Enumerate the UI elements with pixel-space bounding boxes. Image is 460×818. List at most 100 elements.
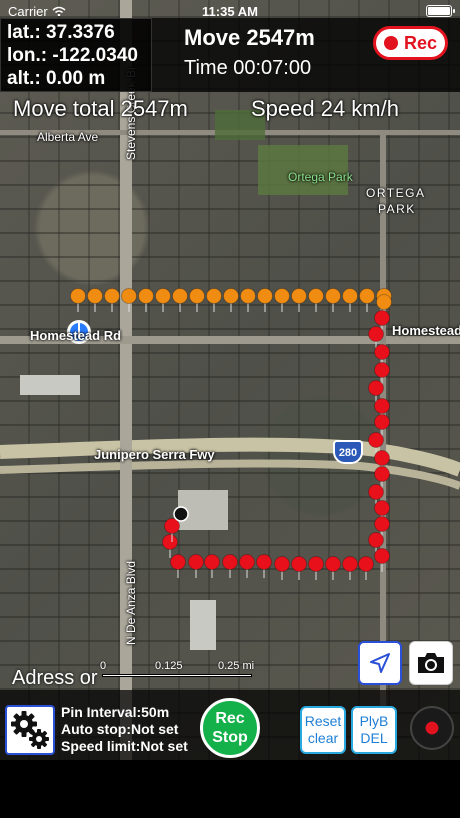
record-disc-icon[interactable]: [410, 706, 454, 750]
settings-button[interactable]: [5, 705, 55, 755]
track-pin: [325, 556, 341, 572]
track-pin: [223, 288, 239, 304]
track-pin: [206, 288, 222, 304]
rec-stop-button[interactable]: Rec Stop: [200, 698, 260, 758]
track-pin: [240, 288, 256, 304]
track-pin: [374, 398, 390, 414]
track-pin: [239, 554, 255, 570]
track-pin: [121, 288, 137, 304]
track-pin: [358, 556, 374, 572]
scale-end: 0.25 mi: [218, 660, 255, 672]
map-scale: 0 0.125 0.25 mi: [100, 660, 260, 680]
plyb-label-2: DEL: [360, 730, 388, 746]
track-pin: [374, 548, 390, 564]
orange-pin-track: [70, 288, 392, 318]
move-total: Move total 2547m: [13, 96, 188, 121]
track-pin: [376, 294, 392, 310]
settings-summary: Pin Interval:50m Auto stop:Not set Speed…: [61, 704, 188, 755]
speed-limit-text: Speed limit:Not set: [61, 738, 188, 754]
battery-icon: [426, 5, 455, 17]
reset-label-2: clear: [307, 730, 339, 746]
street-label-homestead-east: Homestead: [392, 323, 460, 338]
track-pin: [104, 288, 120, 304]
track-pin: [70, 288, 86, 304]
area-label-park: PARK: [378, 202, 416, 216]
camera-icon: [418, 653, 444, 673]
rec-indicator-button[interactable]: Rec: [373, 26, 448, 60]
track-pin: [172, 288, 188, 304]
track-pin: [374, 450, 390, 466]
track-pin: [162, 534, 178, 550]
track-pin: [368, 326, 384, 342]
street-label-junipero: Junipero Serra Fwy: [94, 447, 215, 462]
track-pin: [368, 380, 384, 396]
track-pin: [308, 556, 324, 572]
track-pin: [308, 288, 324, 304]
area-label-ortega: ORTEGA: [366, 186, 426, 200]
track-pin: [342, 288, 358, 304]
track-pin: [138, 288, 154, 304]
track-pin: [87, 288, 103, 304]
rec-stop-label-1: Rec: [215, 710, 245, 727]
scale-mid: 0.125: [155, 660, 183, 672]
address-label: Adress or: [12, 667, 98, 689]
plyb-label-1: PlyB: [359, 713, 389, 729]
track-pin: [222, 554, 238, 570]
coordinate-box: lat.: 37.3376 lon.: -122.0340 alt.: 0.00…: [0, 18, 152, 92]
locate-button[interactable]: [358, 641, 402, 685]
location-arrow-icon: [370, 653, 390, 673]
park-label: Ortega Park: [288, 170, 353, 184]
track-pin: [189, 288, 205, 304]
latitude-text: lat.: 37.3376: [7, 22, 115, 43]
track-pin: [291, 556, 307, 572]
track-pin: [374, 500, 390, 516]
track-pin: [374, 414, 390, 430]
status-time: 11:35 AM: [202, 3, 258, 19]
rec-dot-icon: [383, 36, 398, 50]
track-pin: [188, 554, 204, 570]
gear-icon: [11, 711, 49, 749]
street-label-de-anza: N De Anza Blvd: [124, 560, 138, 645]
track-pin: [368, 532, 384, 548]
pin-interval-text: Pin Interval:50m: [61, 704, 170, 720]
reset-clear-button[interactable]: Reset clear: [300, 706, 346, 754]
start-pin: [173, 506, 189, 522]
scale-bar: [102, 674, 252, 677]
track-pin: [257, 288, 273, 304]
move-distance: Move 2547m: [184, 25, 315, 50]
status-bar: Carrier 11:35 AM: [0, 0, 460, 22]
track-pin: [374, 516, 390, 532]
track-pin: [374, 310, 390, 326]
rec-stop-label-2: Stop: [212, 729, 248, 746]
track-pin: [155, 288, 171, 304]
track-pin: [342, 556, 358, 572]
street-label-homestead: Homestead Rd: [30, 328, 122, 343]
track-pin: [374, 362, 390, 378]
track-pin: [204, 554, 220, 570]
track-pin: [374, 466, 390, 482]
track-pin: [359, 288, 375, 304]
building-roof: [190, 600, 216, 650]
track-pin: [368, 484, 384, 500]
track-pin: [170, 554, 186, 570]
scale-zero: 0: [100, 660, 107, 672]
longitude-text: lon.: -122.0340: [7, 45, 138, 66]
freeway-road-south: [0, 459, 460, 490]
elapsed-time: Time 00:07:00: [184, 57, 312, 79]
building-roof: [20, 375, 80, 395]
rec-label: Rec: [403, 32, 438, 53]
track-pin: [274, 288, 290, 304]
reset-label-1: Reset: [304, 713, 342, 729]
track-pin: [291, 288, 307, 304]
altitude-text: alt.: 0.00 m: [7, 68, 106, 89]
track-pin: [256, 554, 272, 570]
playback-delete-button[interactable]: PlyB DEL: [351, 706, 397, 754]
camera-button[interactable]: [409, 641, 453, 685]
speed-readout: Speed 24 km/h: [251, 96, 399, 121]
interstate-shield: 280: [333, 440, 363, 464]
auto-stop-text: Auto stop:Not set: [61, 721, 179, 737]
street-label-alberta: Alberta Ave: [37, 130, 99, 144]
track-pin: [374, 344, 390, 360]
track-pin: [325, 288, 341, 304]
track-pin: [368, 432, 384, 448]
